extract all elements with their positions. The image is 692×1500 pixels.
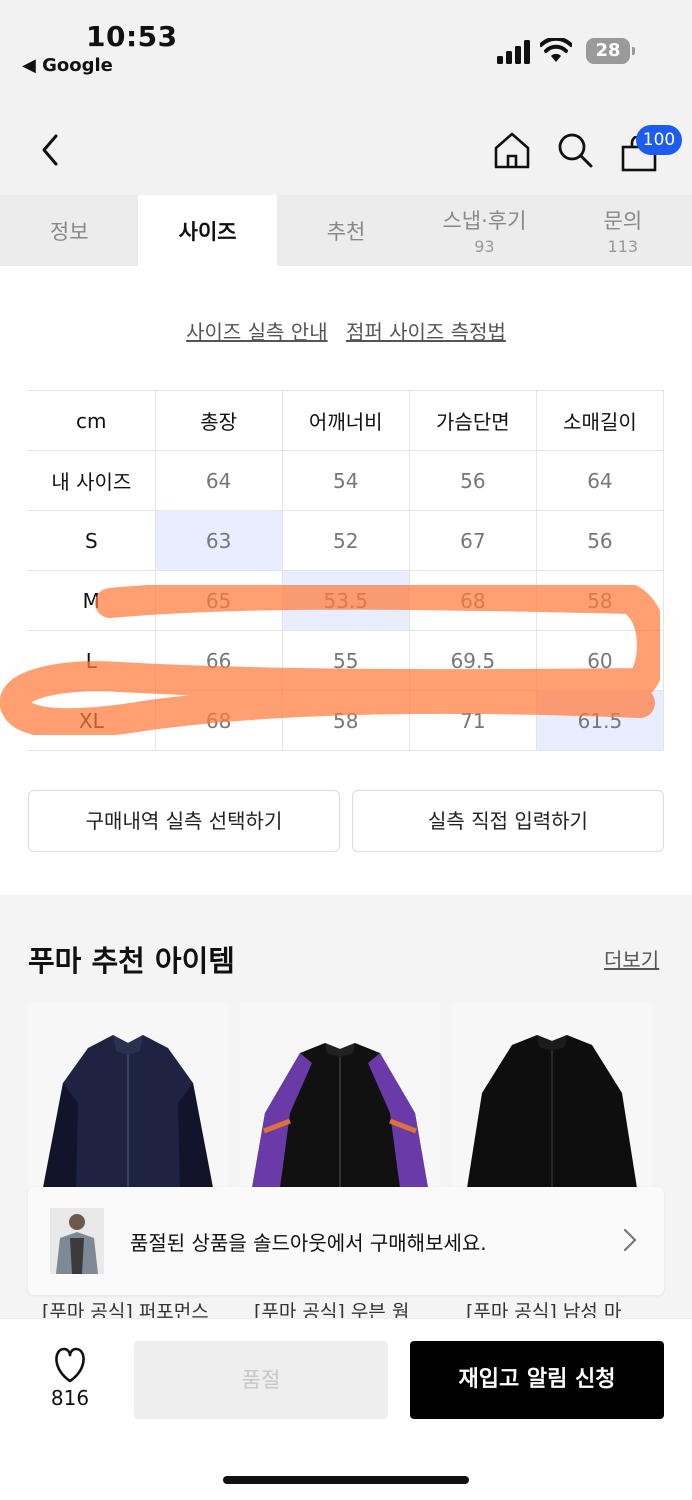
tab-info[interactable]: 정보 xyxy=(0,195,138,266)
jacket-image xyxy=(43,1035,213,1188)
jacket-image xyxy=(252,1043,428,1188)
model-thumbnail xyxy=(50,1208,104,1274)
table-header-cell: cm xyxy=(28,390,156,451)
home-indicator xyxy=(223,1476,469,1484)
product-card[interactable] xyxy=(452,1003,652,1188)
table-row: M 65 53.5 68 58 xyxy=(28,570,665,631)
table-header-cell: 소매길이 xyxy=(535,390,665,451)
measure-guide-link[interactable]: 사이즈 실측 안내 xyxy=(186,320,328,344)
tab-snap-review[interactable]: 스냅·후기 93 xyxy=(415,195,553,266)
tab-label: 사이즈 xyxy=(178,219,237,244)
table-cell: 66 xyxy=(154,630,283,691)
table-cell: XL xyxy=(28,690,156,751)
search-icon[interactable] xyxy=(556,130,594,170)
soldout-button: 품절 xyxy=(134,1341,388,1419)
tab-label: 정보 xyxy=(49,219,89,244)
table-cell: 52 xyxy=(281,510,410,571)
jacket-image xyxy=(467,1035,637,1188)
tab-recommend[interactable]: 추천 xyxy=(277,195,415,266)
size-table: cm 총장 어깨너비 가슴단면 소매길이 내 사이즈 64 54 56 64 S… xyxy=(28,390,665,751)
product-card[interactable] xyxy=(28,1003,228,1188)
table-cell: 63 xyxy=(154,510,283,571)
tab-count: 113 xyxy=(607,237,639,256)
cellular-signal-icon xyxy=(497,40,530,64)
status-time: 10:53 xyxy=(86,20,178,53)
table-cell: 내 사이즈 xyxy=(28,450,156,511)
table-cell: M xyxy=(28,570,156,631)
top-navigation xyxy=(0,100,692,195)
battery-indicator: 28 xyxy=(586,38,635,64)
restock-notify-button[interactable]: 재입고 알림 신청 xyxy=(410,1341,664,1419)
direct-measure-input-button[interactable]: 실측 직접 입력하기 xyxy=(352,790,664,852)
table-cell: 58 xyxy=(281,690,410,751)
table-cell: 53.5 xyxy=(281,570,410,631)
table-cell: 54 xyxy=(281,450,410,511)
tab-size[interactable]: 사이즈 xyxy=(138,195,277,266)
back-to-app-link[interactable]: ◀ Google xyxy=(22,55,113,76)
soldout-banner-text: 품절된 상품을 솔드아웃에서 구매해보세요. xyxy=(130,1230,487,1255)
back-arrow-icon[interactable] xyxy=(36,130,66,170)
table-cell: S xyxy=(28,510,156,571)
status-bar: 10:53 ◀ Google 28 xyxy=(0,0,692,100)
recommend-more-link[interactable]: 더보기 xyxy=(604,944,659,973)
table-cell: 56 xyxy=(408,450,537,511)
tab-count: 93 xyxy=(474,237,495,256)
tab-inquiry[interactable]: 문의 113 xyxy=(554,195,692,266)
table-cell: L xyxy=(28,630,156,691)
table-cell: 68 xyxy=(154,690,283,751)
chevron-right-icon xyxy=(623,1228,637,1252)
wifi-icon xyxy=(540,38,572,62)
table-cell: 55 xyxy=(281,630,410,691)
table-cell: 60 xyxy=(535,630,665,691)
table-cell: 64 xyxy=(535,450,665,511)
table-header-cell: 총장 xyxy=(154,390,283,451)
table-cell: 68 xyxy=(408,570,537,631)
table-header-cell: 가슴단면 xyxy=(408,390,537,451)
table-row: XL 68 58 71 61.5 xyxy=(28,690,665,751)
tab-label: 스냅·후기 xyxy=(442,209,527,233)
home-icon[interactable] xyxy=(492,130,532,170)
soldout-app-banner[interactable]: 품절된 상품을 솔드아웃에서 구매해보세요. xyxy=(28,1187,664,1295)
heart-icon[interactable] xyxy=(42,1345,98,1385)
table-cell: 58 xyxy=(535,570,665,631)
table-cell: 61.5 xyxy=(535,690,665,751)
table-cell: 64 xyxy=(154,450,283,511)
table-cell: 71 xyxy=(408,690,537,751)
like-count: 816 xyxy=(50,1386,90,1410)
purchase-history-measure-button[interactable]: 구매내역 실측 선택하기 xyxy=(28,790,340,852)
table-cell: 65 xyxy=(154,570,283,631)
product-card[interactable] xyxy=(240,1003,440,1188)
tab-bar: 정보 사이즈 추천 스냅·후기 93 문의 113 xyxy=(0,195,692,266)
jumper-measure-link[interactable]: 점퍼 사이즈 측정법 xyxy=(346,320,506,344)
cart-count-badge: 100 xyxy=(636,125,682,155)
table-cell: 67 xyxy=(408,510,537,571)
table-row: L 66 55 69.5 60 xyxy=(28,630,665,691)
size-guide-links: 사이즈 실측 안내 점퍼 사이즈 측정법 xyxy=(0,316,692,345)
table-row: S 63 52 67 56 xyxy=(28,510,665,571)
tab-label: 추천 xyxy=(326,219,366,244)
table-header-row: cm 총장 어깨너비 가슴단면 소매길이 xyxy=(28,390,665,451)
recommend-title: 푸마 추천 아이템 xyxy=(28,944,235,978)
table-cell: 56 xyxy=(535,510,665,571)
table-row: 내 사이즈 64 54 56 64 xyxy=(28,450,665,511)
tab-label: 문의 xyxy=(603,209,643,233)
table-header-cell: 어깨너비 xyxy=(281,390,410,451)
table-cell: 69.5 xyxy=(408,630,537,691)
